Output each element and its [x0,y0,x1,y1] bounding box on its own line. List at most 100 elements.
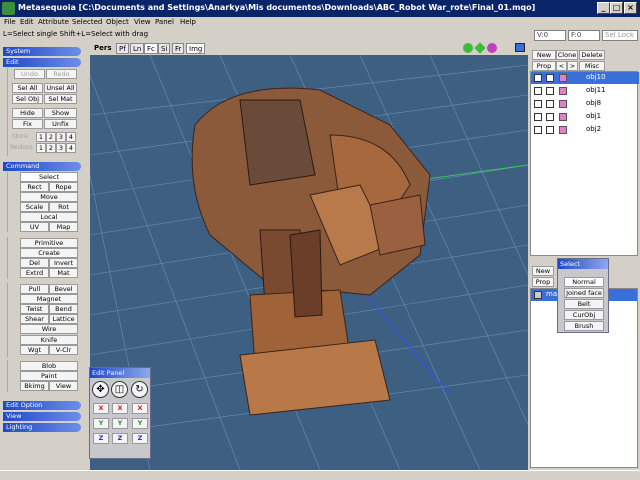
store-3-button[interactable]: 3 [56,132,66,142]
select-panel-title[interactable]: Select [558,259,608,269]
menu-object[interactable]: Object [106,18,129,26]
rot-button[interactable]: Rot [49,202,78,212]
map-button[interactable]: Map [49,222,78,232]
object-row[interactable]: obj2 [531,124,639,136]
restore-1-button[interactable]: 1 [36,143,46,153]
pull-button[interactable]: Pull [20,284,49,294]
delete-object-button[interactable]: Delete [579,50,605,60]
edit-panel-title[interactable]: Edit Panel [90,368,150,378]
uv-button[interactable]: UV [20,222,49,232]
unsel-all-button[interactable]: Unsel All [44,83,77,93]
system-header[interactable]: System [3,47,81,56]
show-button[interactable]: Show [44,108,77,118]
object-misc-button[interactable]: Misc [579,61,605,71]
menu-help[interactable]: Help [180,18,196,26]
mat-button[interactable]: Mat [49,268,78,278]
bend-button[interactable]: Bend [49,304,78,314]
menu-file[interactable]: File [4,18,16,26]
store-2-button[interactable]: 2 [46,132,56,142]
zoom-icon[interactable] [463,43,473,53]
undo-button[interactable]: Undo [14,69,45,79]
pan-icon[interactable] [474,42,486,54]
restore-2-button[interactable]: 2 [46,143,56,153]
lock-icon[interactable] [546,100,554,108]
object-color-swatch[interactable] [559,74,567,82]
new-material-button[interactable]: New [532,266,554,276]
vclr-button[interactable]: V-Clr [49,345,78,355]
fix-button[interactable]: Fix [12,119,43,129]
wire-button[interactable]: Wire [20,324,78,334]
sel-lock[interactable]: Sel Lock [602,30,638,41]
material-swatch[interactable] [534,291,542,299]
maximize-button[interactable]: □ [610,2,623,14]
rotate-z-toggle[interactable]: Z [132,433,148,444]
rotate-view-icon[interactable] [487,43,497,53]
store-4-button[interactable]: 4 [66,132,76,142]
select-belt-button[interactable]: Belt [564,299,604,309]
lock-icon[interactable] [546,113,554,121]
create-button[interactable]: Create [20,248,78,258]
redo-button[interactable]: Redo [46,69,77,79]
viewport-3d[interactable] [90,55,528,470]
invert-button[interactable]: Invert [49,258,78,268]
object-row[interactable]: obj1 [531,111,639,123]
select-normal-button[interactable]: Normal [564,277,604,287]
store-1-button[interactable]: 1 [36,132,46,142]
rotate-icon[interactable]: ↻ [131,381,148,398]
sel-mat-button[interactable]: Sel Mat [44,94,77,104]
visibility-icon[interactable] [534,74,542,82]
clone-object-button[interactable]: Clone [556,50,578,60]
sel-obj-button[interactable]: Sel Obj [12,94,43,104]
move-x-toggle[interactable]: X [93,403,109,414]
visibility-icon[interactable] [534,100,542,108]
object-next-button[interactable]: > [567,61,578,71]
object-color-swatch[interactable] [559,100,567,108]
bkimg-button[interactable]: Bkimg [20,381,49,391]
restore-4-button[interactable]: 4 [66,143,76,153]
tab-fc[interactable]: Fc [144,43,158,54]
new-object-button[interactable]: New [532,50,556,60]
scale-y-toggle[interactable]: Y [112,418,128,429]
scale-z-toggle[interactable]: Z [112,433,128,444]
sel-all-button[interactable]: Sel All [12,83,43,93]
close-button[interactable]: × [624,2,637,14]
menu-view[interactable]: View [134,18,151,26]
wgt-button[interactable]: Wgt [20,345,49,355]
object-color-swatch[interactable] [559,126,567,134]
object-prev-button[interactable]: < [556,61,567,71]
extrd-button[interactable]: Extrd [20,268,49,278]
object-prop-button[interactable]: Prop [532,61,556,71]
paint-button[interactable]: Paint [20,371,78,381]
rotate-y-toggle[interactable]: Y [132,418,148,429]
material-prop-button[interactable]: Prop [532,277,554,287]
lock-icon[interactable] [546,87,554,95]
tab-pf[interactable]: Pf [116,43,129,54]
del-button[interactable]: Del [20,258,49,268]
restore-3-button[interactable]: 3 [56,143,66,153]
move-icon[interactable]: ✥ [92,381,109,398]
scale-button[interactable]: Scale [20,202,49,212]
menu-selected[interactable]: Selected [72,18,102,26]
move-z-toggle[interactable]: Z [93,433,109,444]
object-row[interactable]: obj10 [531,72,639,84]
twist-button[interactable]: Twist [20,304,49,314]
magnet-button[interactable]: Magnet [20,294,78,304]
unfix-button[interactable]: Unfix [44,119,77,129]
hide-button[interactable]: Hide [12,108,43,118]
select-curobj-button[interactable]: CurObj [564,310,604,320]
select-command-button[interactable]: Select [20,172,78,182]
tab-ln[interactable]: Ln [130,43,145,54]
lattice-button[interactable]: Lattice [49,314,78,324]
object-color-swatch[interactable] [559,113,567,121]
rect-button[interactable]: Rect [20,182,49,192]
move-command-button[interactable]: Move [20,192,78,202]
tab-fr[interactable]: Fr [172,43,185,54]
local-button[interactable]: Local [20,212,78,222]
move-y-toggle[interactable]: Y [93,418,109,429]
knife-button[interactable]: Knife [20,335,78,345]
edit-header[interactable]: Edit [3,58,81,67]
rotate-x-toggle[interactable]: X [132,403,148,414]
menu-panel[interactable]: Panel [155,18,174,26]
menu-attribute[interactable]: Attribute [38,18,69,26]
lock-icon[interactable] [546,74,554,82]
